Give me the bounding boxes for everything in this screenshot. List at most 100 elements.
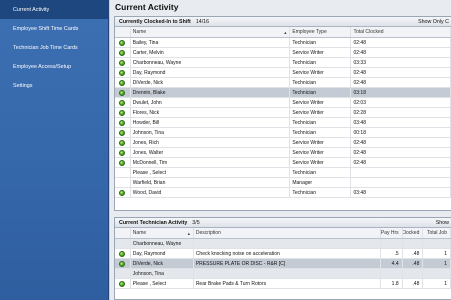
sort-ascending-icon[interactable]: ▲ bbox=[283, 30, 287, 35]
status-cell bbox=[115, 269, 131, 278]
cell-type: Technician bbox=[290, 58, 352, 67]
cell-name: Carter, Melvin bbox=[131, 48, 291, 57]
table-row[interactable]: DiVerde, Nick PRESSURE PLATE OR DISC - R&… bbox=[115, 259, 451, 269]
table-row[interactable]: Charbonneau, Wayne Technician 03:33 bbox=[115, 58, 451, 68]
cell-total: 02:48 bbox=[351, 48, 451, 57]
clocked-in-status-icon bbox=[119, 149, 126, 156]
status-cell bbox=[115, 108, 131, 117]
cell-name: Day, Raymond bbox=[131, 249, 194, 258]
table-row[interactable]: McDonnell, Tim Service Writer 02:48 bbox=[115, 158, 451, 168]
table-row[interactable]: Bailey, Tina Technician 02:48 bbox=[115, 38, 451, 48]
cell-name: Day, Raymond bbox=[131, 68, 291, 77]
status-cell bbox=[115, 98, 131, 107]
sidebar-item[interactable]: Settings bbox=[0, 76, 108, 95]
cell-total: 02:48 bbox=[351, 158, 451, 167]
cell-name: Johnson, Tina bbox=[131, 269, 194, 278]
cell-name: Wood, David bbox=[131, 188, 291, 197]
column-header[interactable] bbox=[115, 228, 131, 238]
cell-name: Johnson, Tina bbox=[131, 128, 291, 137]
status-cell bbox=[115, 168, 131, 177]
table-row[interactable]: Charbonneau, Wayne bbox=[115, 239, 451, 249]
status-cell bbox=[115, 68, 131, 77]
column-header[interactable]: Description bbox=[194, 228, 381, 238]
table-row[interactable]: Jones, Rich Service Writer 02:48 bbox=[115, 138, 451, 148]
cell-type: Technician bbox=[290, 38, 352, 47]
table-row[interactable]: Jones, Walter Service Writer 02:48 bbox=[115, 148, 451, 158]
clocked-in-grid: Name ▲ Employee Type Total Clocked Bailey, T… bbox=[115, 27, 451, 198]
cell-total: 02:48 bbox=[351, 138, 451, 147]
column-header[interactable]: Employee Type bbox=[290, 27, 352, 37]
table-row[interactable]: Please , Select Rear Brake Pads & Turn Ro… bbox=[115, 279, 451, 289]
cell-type: Technician bbox=[290, 88, 352, 97]
sidebar-item[interactable]: Employee Shift Time Cards bbox=[0, 19, 108, 38]
table-row[interactable]: Carter, Melvin Service Writer 02:48 bbox=[115, 48, 451, 58]
main-panel: Current Activity Currently Clocked-In to… bbox=[110, 0, 451, 300]
status-cell bbox=[115, 259, 131, 268]
status-cell bbox=[115, 249, 131, 258]
table-row[interactable]: DiVerde, Nick Technician 02:48 bbox=[115, 78, 451, 88]
show-toggle[interactable]: Show bbox=[436, 220, 449, 226]
table-header-row: Name ▲ Employee Type Total Clocked bbox=[115, 27, 451, 38]
column-header[interactable]: Name ▲ bbox=[131, 228, 194, 238]
sidebar: Current Activity Employee Shift Time Card… bbox=[0, 0, 109, 300]
table-row[interactable]: Day, Raymond Service Writer 02:48 bbox=[115, 68, 451, 78]
cell-name: Charbonneau, Wayne bbox=[131, 239, 194, 248]
table-row[interactable]: Dwulet, John Service Writer 02:03 bbox=[115, 98, 451, 108]
table-row[interactable]: Wood, David Technician 03:48 bbox=[115, 188, 451, 198]
column-header[interactable]: Total Job bbox=[423, 228, 451, 238]
status-cell bbox=[115, 148, 131, 157]
table-row[interactable]: Warfield, Brian Manager bbox=[115, 178, 451, 188]
column-header[interactable]: Total Clocked bbox=[351, 27, 451, 37]
status-cell bbox=[115, 128, 131, 137]
sidebar-item[interactable]: Technician Job Time Cards bbox=[0, 38, 108, 57]
table-row[interactable]: Drennin, Blake Technician 03:18 bbox=[115, 88, 451, 98]
cell-clocked bbox=[403, 239, 424, 248]
table-row[interactable]: Day, Raymond Check knocking noise on acce… bbox=[115, 249, 451, 259]
table-header-row: Name ▲ Description Pay Hrs Clocked Total Job bbox=[115, 228, 451, 239]
cell-type: Service Writer bbox=[290, 98, 352, 107]
column-header[interactable]: Pay Hrs bbox=[381, 228, 403, 238]
show-only-clocked-toggle[interactable]: Show Only C bbox=[418, 19, 449, 25]
clocked-in-status-icon bbox=[119, 139, 126, 146]
sidebar-item[interactable]: Current Activity bbox=[0, 0, 108, 19]
cell-type: Service Writer bbox=[290, 138, 352, 147]
cell-type: Service Writer bbox=[290, 108, 352, 117]
technician-activity-header: Current Technician Activity 3/5 Show bbox=[115, 218, 451, 228]
cell-total: 02:48 bbox=[351, 38, 451, 47]
sidebar-item[interactable]: Employee Access/Setup bbox=[0, 57, 108, 76]
cell-total: 03:48 bbox=[351, 188, 451, 197]
clocked-in-status-icon bbox=[119, 49, 126, 56]
cell-pay bbox=[381, 269, 403, 278]
cell-type: Service Writer bbox=[290, 148, 352, 157]
table-row[interactable]: Howder, Bill Technician 03:48 bbox=[115, 118, 451, 128]
table-row[interactable]: Johnson, Tina Technician 00:18 bbox=[115, 128, 451, 138]
table-row[interactable]: Johnson, Tina bbox=[115, 269, 451, 279]
column-header[interactable]: Name ▲ bbox=[131, 27, 291, 37]
table-row[interactable]: Please , Select Technician bbox=[115, 168, 451, 178]
column-header[interactable] bbox=[115, 27, 131, 37]
sidebar-item-label: Employee Access/Setup bbox=[13, 63, 72, 70]
status-cell bbox=[115, 239, 131, 248]
cell-type: Service Writer bbox=[290, 68, 352, 77]
cell-type: Technician bbox=[290, 168, 352, 177]
table-row[interactable]: Flores, Nick Service Writer 02:28 bbox=[115, 108, 451, 118]
cell-name: Charbonneau, Wayne bbox=[131, 58, 291, 67]
clocked-in-status-icon bbox=[119, 129, 126, 136]
active-job-status-icon bbox=[119, 260, 126, 267]
clocked-in-status-icon bbox=[119, 99, 126, 106]
cell-total bbox=[423, 269, 451, 278]
sort-ascending-icon[interactable]: ▲ bbox=[187, 231, 191, 236]
status-cell bbox=[115, 78, 131, 87]
cell-clocked: .48 bbox=[403, 249, 424, 258]
cell-total: 1 bbox=[423, 259, 451, 268]
cell-name: Please , Select bbox=[131, 279, 194, 288]
status-cell bbox=[115, 178, 131, 187]
cell-name: Flores, Nick bbox=[131, 108, 291, 117]
clocked-in-status-icon bbox=[119, 159, 126, 166]
active-job-status-icon bbox=[119, 280, 126, 287]
status-cell bbox=[115, 279, 131, 288]
column-header[interactable]: Clocked bbox=[403, 228, 424, 238]
cell-name: Jones, Walter bbox=[131, 148, 291, 157]
cell-name: DiVerde, Nick bbox=[131, 78, 291, 87]
technician-activity-grid: Name ▲ Description Pay Hrs Clocked Total Job C… bbox=[115, 228, 451, 289]
